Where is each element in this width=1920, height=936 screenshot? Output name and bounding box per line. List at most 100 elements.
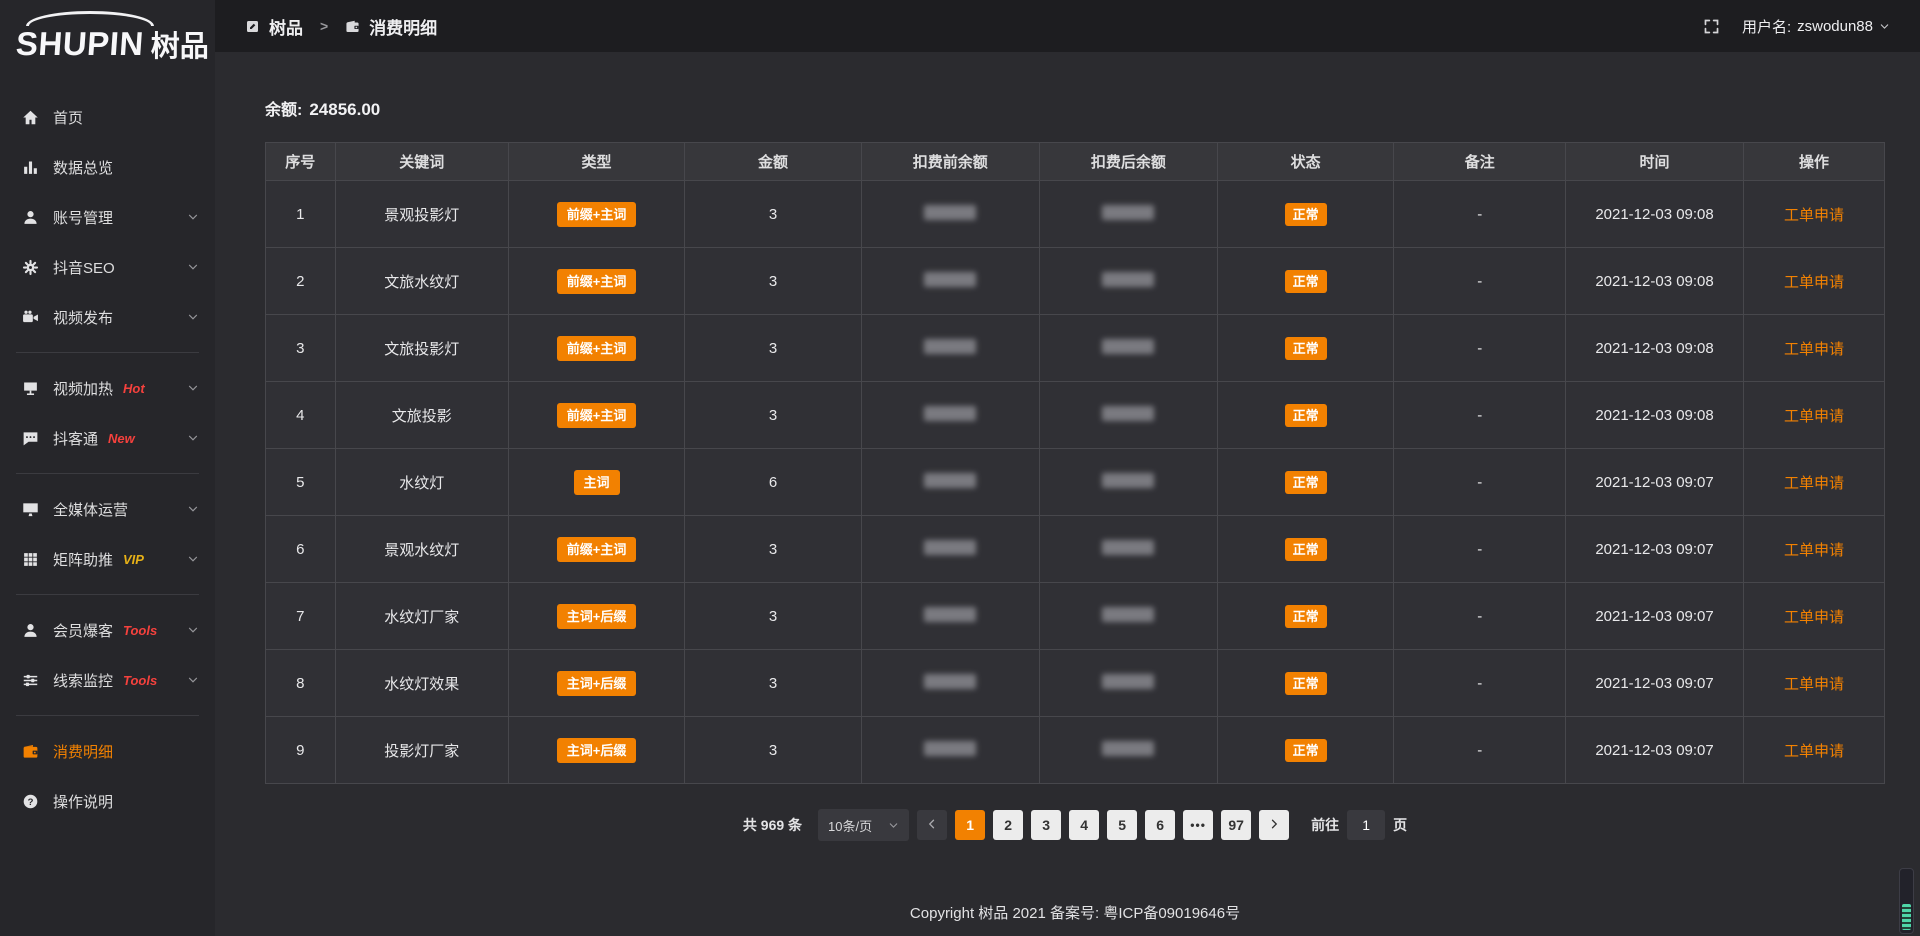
page-button[interactable]: •••: [1183, 810, 1213, 840]
screen-icon: [22, 380, 39, 397]
sidebar-item-data-overview[interactable]: 数据总览: [0, 142, 215, 192]
chevron-down-icon: [187, 503, 199, 515]
cell-balance-before: [861, 248, 1039, 315]
cell-amount: 3: [685, 717, 861, 784]
scrollbar-widget[interactable]: [1899, 868, 1914, 934]
work-order-link[interactable]: 工单申请: [1784, 341, 1844, 358]
censored-value: [1102, 674, 1154, 689]
table-row: 1 景观投影灯 前缀+主词 3 正常 - 2021-12-03 09:08 工单…: [266, 181, 1885, 248]
sidebar-item-douketong[interactable]: 抖客通 New: [0, 413, 215, 463]
cell-time: 2021-12-03 09:07: [1566, 717, 1744, 784]
cell-amount: 3: [685, 382, 861, 449]
page-button[interactable]: 4: [1069, 810, 1099, 840]
cell-type: 前缀+主词: [508, 516, 684, 583]
cell-type: 主词+后缀: [508, 717, 684, 784]
cell-time: 2021-12-03 09:07: [1566, 650, 1744, 717]
column-header: 关键词: [335, 143, 508, 181]
bar-chart-icon: [22, 159, 39, 176]
sidebar-item-consumption-detail[interactable]: 消费明细: [0, 726, 215, 776]
sidebar-item-douyin-seo[interactable]: 抖音SEO: [0, 242, 215, 292]
fullscreen-icon[interactable]: [1703, 18, 1720, 35]
type-badge: 主词+后缀: [557, 671, 637, 696]
work-order-link[interactable]: 工单申请: [1784, 743, 1844, 760]
main-column: 树品 > 消费明细 用户名: zswodun88 余额:24856.00: [215, 0, 1920, 936]
sidebar-item-label: 视频加热: [53, 378, 113, 399]
balance-label: 余额:: [265, 102, 302, 119]
status-badge: 正常: [1285, 739, 1327, 762]
cell-keyword: 水纹灯: [335, 449, 508, 516]
home-icon: [22, 109, 39, 126]
wallet-icon: [345, 19, 360, 34]
total-count: 共 969 条: [743, 815, 802, 835]
username-label: 用户名:: [1742, 16, 1791, 37]
work-order-link[interactable]: 工单申请: [1784, 207, 1844, 224]
breadcrumb-separator: >: [320, 18, 328, 34]
cell-balance-before: [861, 449, 1039, 516]
cell-keyword: 景观水纹灯: [335, 516, 508, 583]
column-header: 金额: [685, 143, 861, 181]
cell-balance-before: [861, 315, 1039, 382]
user-menu[interactable]: 用户名: zswodun88: [1742, 16, 1890, 37]
work-order-link[interactable]: 工单申请: [1784, 542, 1844, 559]
cell-status: 正常: [1217, 516, 1393, 583]
chat-icon: [22, 430, 39, 447]
cell-amount: 3: [685, 181, 861, 248]
column-header: 备注: [1394, 143, 1566, 181]
page-button[interactable]: 97: [1221, 810, 1251, 840]
page-button[interactable]: 6: [1145, 810, 1175, 840]
cell-note: -: [1394, 650, 1566, 717]
page-button[interactable]: 2: [993, 810, 1023, 840]
prev-page-button[interactable]: [917, 810, 947, 840]
column-header: 扣费后余额: [1039, 143, 1217, 181]
cell-index: 7: [266, 583, 336, 650]
page-size-select[interactable]: 10条/页: [818, 809, 909, 841]
sidebar-item-matrix-boost[interactable]: 矩阵助推 VIP: [0, 534, 215, 584]
goto-suffix: 页: [1393, 815, 1407, 835]
copyright-text: Copyright 树品 2021 备案号: 粤ICP备09019646号: [910, 905, 1240, 922]
sidebar-item-label: 矩阵助推: [53, 549, 113, 570]
work-order-link[interactable]: 工单申请: [1784, 676, 1844, 693]
sidebar-item-account-manage[interactable]: 账号管理: [0, 192, 215, 242]
cell-keyword: 文旅投影: [335, 382, 508, 449]
cell-index: 1: [266, 181, 336, 248]
status-badge: 正常: [1285, 471, 1327, 494]
breadcrumb-root[interactable]: 树品: [269, 14, 303, 39]
work-order-link[interactable]: 工单申请: [1784, 475, 1844, 492]
wallet-icon: [22, 743, 39, 760]
next-page-button[interactable]: [1259, 810, 1289, 840]
question-icon: [22, 793, 39, 810]
sidebar-item-member-burst[interactable]: 会员爆客 Tools: [0, 605, 215, 655]
type-badge: 主词+后缀: [557, 604, 637, 629]
work-order-link[interactable]: 工单申请: [1784, 274, 1844, 291]
page-button[interactable]: 1: [955, 810, 985, 840]
sidebar-item-media-operation[interactable]: 全媒体运营: [0, 484, 215, 534]
sidebar-item-label: 数据总览: [53, 157, 113, 178]
table-row: 2 文旅水纹灯 前缀+主词 3 正常 - 2021-12-03 09:08 工单…: [266, 248, 1885, 315]
sidebar-divider: [16, 473, 199, 474]
cell-type: 前缀+主词: [508, 315, 684, 382]
page-button[interactable]: 3: [1031, 810, 1061, 840]
censored-value: [1102, 272, 1154, 287]
cell-action: 工单申请: [1744, 583, 1885, 650]
sidebar-item-help[interactable]: 操作说明: [0, 776, 215, 826]
goto-page-input[interactable]: [1347, 810, 1385, 840]
sidebar-item-lead-monitor[interactable]: 线索监控 Tools: [0, 655, 215, 705]
work-order-link[interactable]: 工单申请: [1784, 609, 1844, 626]
topbar-right: 用户名: zswodun88: [1703, 16, 1890, 37]
sidebar-item-video-heat[interactable]: 视频加热 Hot: [0, 363, 215, 413]
cell-balance-after: [1039, 181, 1217, 248]
brand-logo-cn: 树品: [151, 23, 209, 65]
type-badge: 前缀+主词: [557, 537, 637, 562]
work-order-link[interactable]: 工单申请: [1784, 408, 1844, 425]
cell-note: -: [1394, 583, 1566, 650]
sidebar: SHUPIN 树品 首页 数据总览: [0, 0, 215, 936]
censored-value: [924, 674, 976, 689]
sidebar-item-badge: VIP: [123, 552, 144, 567]
sidebar-item-home[interactable]: 首页: [0, 92, 215, 142]
censored-value: [1102, 473, 1154, 488]
sidebar-item-label: 操作说明: [53, 791, 113, 812]
cell-status: 正常: [1217, 248, 1393, 315]
page-button[interactable]: 5: [1107, 810, 1137, 840]
sidebar-item-video-publish[interactable]: 视频发布: [0, 292, 215, 342]
chevron-down-icon: [187, 261, 199, 273]
